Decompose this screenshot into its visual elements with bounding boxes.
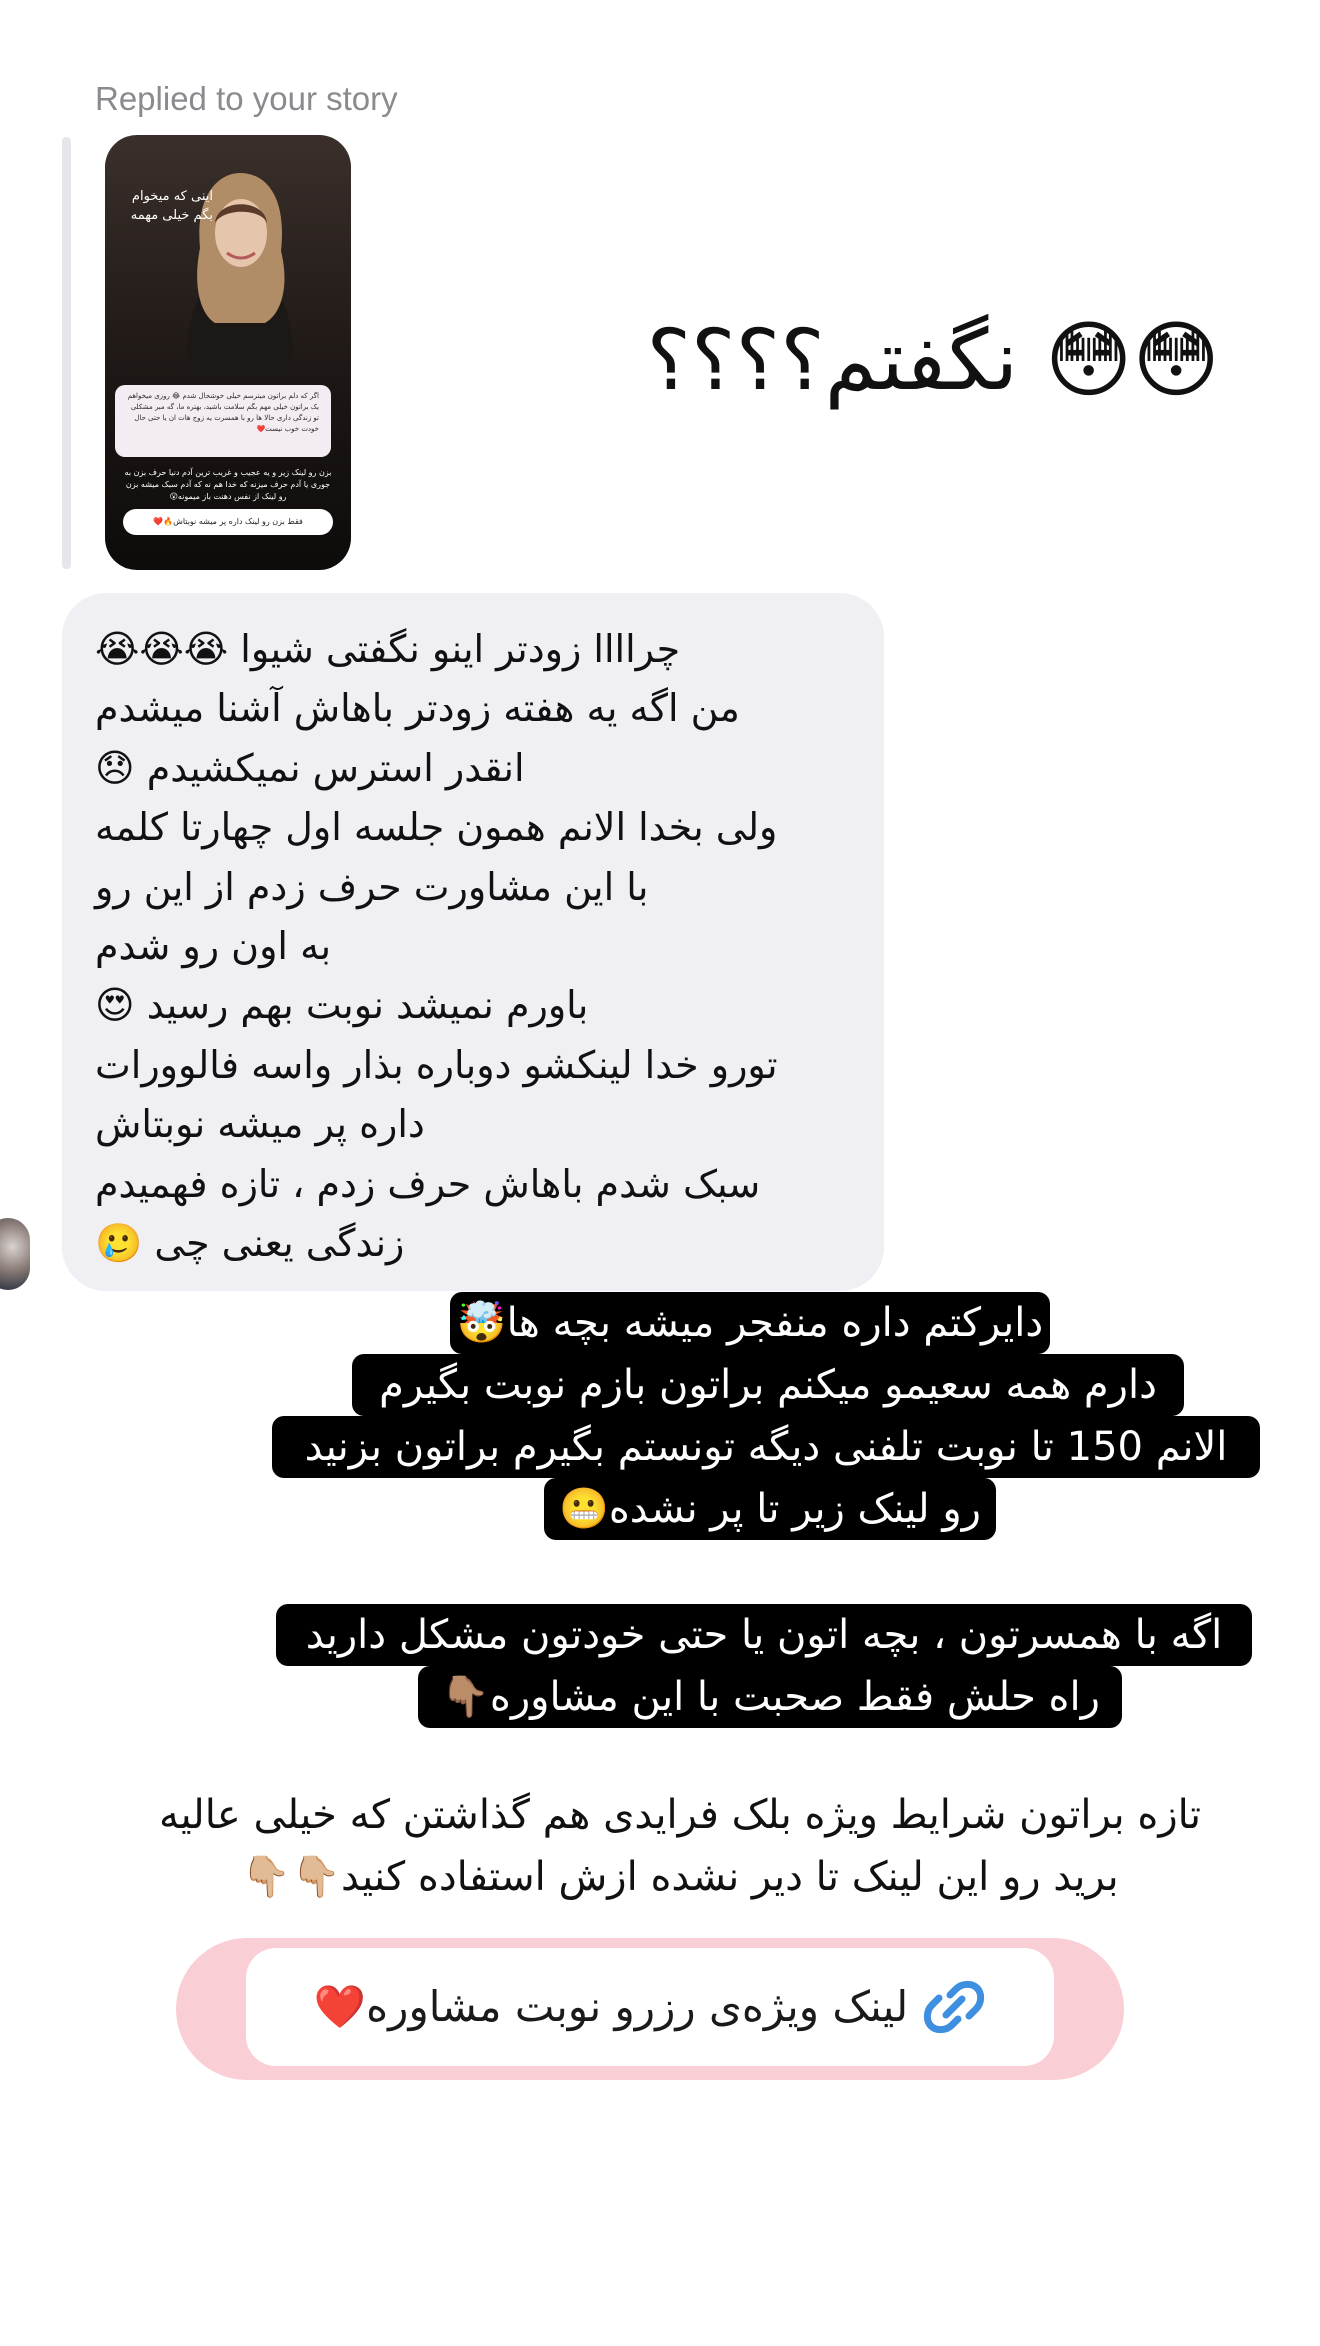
reply-message: 😳😳 نگفتم؟؟؟؟ [646, 311, 1220, 409]
story-thumbnail[interactable]: اینی که میخوام بگم خیلی مهمه اگر که دلم … [105, 135, 351, 570]
link-sticker-content[interactable]: لینک ویژه‌ی رزرو نوبت مشاوره❤️ [246, 1948, 1054, 2066]
reply-quote-bar [62, 137, 71, 569]
story-link-pill: فقط بزن رو لینک داره پر میشه نوبتاش🔥❤️ [123, 509, 333, 535]
message-line: تورو خدا لینکشو دوباره بذار واسه فالوورا… [95, 1042, 778, 1087]
message-line: داره پر میشه نوبتاش [95, 1102, 425, 1147]
story-text-line: برید رو این لینک تا دیر نشده ازش استفاده… [241, 1854, 1119, 1900]
story-text-line: تازه براتون شرایط ویژه بلک فرایدی هم گذا… [159, 1792, 1201, 1838]
message-line: من اگه یه هفته زودتر باهاش آشنا میشدم [95, 686, 740, 731]
highlight-text-line: اگه با همسرتون ، بچه اتون یا حتی خودتون … [276, 1604, 1252, 1666]
highlight-text-line: راه حلش فقط صحبت با این مشاوره👇🏽 [418, 1666, 1122, 1728]
link-sticker-text: لینک ویژه‌ی رزرو نوبت مشاوره❤️ [313, 1982, 909, 2031]
replied-to-story-label: Replied to your story [95, 80, 398, 117]
highlight-text-line: دایرکتم داره منفجر میشه بچه ها🤯 [450, 1292, 1050, 1354]
message-line: چراااا زودتر اینو نگفتی شیوا 😭😭😭 [95, 627, 681, 671]
message-line: به اون رو شدم [95, 923, 332, 968]
message-line: ولی بخدا الانم همون جلسه اول چهارتا کلمه [95, 805, 778, 850]
message-line: باورم نمیشد نوبت بهم رسید 😍 [95, 983, 589, 1028]
highlight-text-line: رو لینک زیر تا پر نشده😬 [544, 1478, 996, 1540]
story-heading: اینی که میخوام بگم خیلی مهمه [130, 189, 213, 223]
message-line: زندگی یعنی چی 🥲 [95, 1220, 405, 1265]
message-line: سبک شدم باهاش حرف زدم ، تازه فهمیدم [95, 1161, 761, 1206]
story-text-card: اگر که دلم براتون میترسم خیلی خوشحال شدم… [115, 385, 331, 457]
highlight-text-line: الانم 150 تا نوبت تلفنی دیگه تونستم بگیر… [272, 1416, 1260, 1478]
highlight-text-line: دارم همه سعیمو میکنم براتون بازم نوبت بگ… [352, 1354, 1184, 1416]
message-line: انقدر استرس نمیکشیدم 😞 [95, 745, 525, 790]
story-body-text: بزن رو لینک زیر و یه عجیب و غریب ترین آد… [124, 468, 332, 501]
link-icon [923, 1980, 985, 2034]
sender-avatar[interactable] [0, 1218, 30, 1290]
message-text: چراااا زودتر اینو نگفتی شیوا 😭😭😭 من اگه … [95, 620, 855, 1273]
message-line: با این مشاورت حرف زدم از این رو [95, 864, 649, 909]
